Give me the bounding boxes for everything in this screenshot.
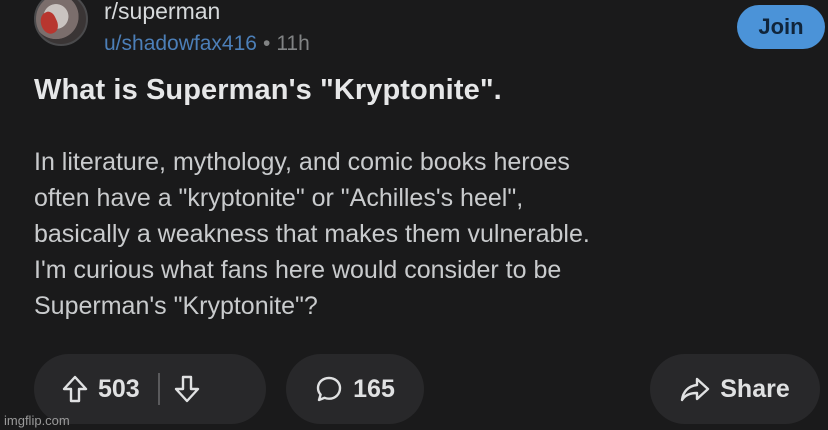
subreddit-name[interactable]: r/superman <box>104 0 220 25</box>
meta-separator: • <box>262 32 271 55</box>
comments-button[interactable]: 165 <box>286 354 424 424</box>
post-body-line: I'm curious what fans here would conside… <box>34 256 562 284</box>
comment-count: 165 <box>353 374 395 403</box>
arrow-down-icon[interactable] <box>174 375 200 403</box>
post-age: 11h <box>276 32 310 55</box>
post-body-line: In literature, mythology, and comic book… <box>34 148 570 176</box>
subreddit-avatar[interactable] <box>34 0 88 46</box>
arrow-up-icon[interactable] <box>62 375 88 403</box>
post-meta: u/shadowfax416 • 11h <box>104 32 310 56</box>
post-body-line: basically a weakness that makes them vul… <box>34 220 590 248</box>
author-username[interactable]: u/shadowfax416 <box>104 32 257 55</box>
share-label: Share <box>720 374 790 403</box>
vote-count: 503 <box>98 374 140 403</box>
reddit-post: r/superman u/shadowfax416 • 11h Join What … <box>0 0 828 430</box>
post-body-line: Superman's "Kryptonite"? <box>34 292 318 320</box>
post-body: In literature, mythology, and comic book… <box>34 144 824 324</box>
join-button[interactable]: Join <box>737 5 825 49</box>
share-arrow-icon <box>680 376 710 402</box>
post-title[interactable]: What is Superman's "Kryptonite". <box>34 74 502 107</box>
imgflip-watermark: imgflip.com <box>4 413 70 428</box>
speech-bubble-icon <box>315 375 343 403</box>
vote-divider <box>157 373 160 405</box>
avatar-flame-shape <box>37 9 61 37</box>
post-body-line: often have a "kryptonite" or "Achilles's… <box>34 184 524 212</box>
share-button[interactable]: Share <box>650 354 820 424</box>
